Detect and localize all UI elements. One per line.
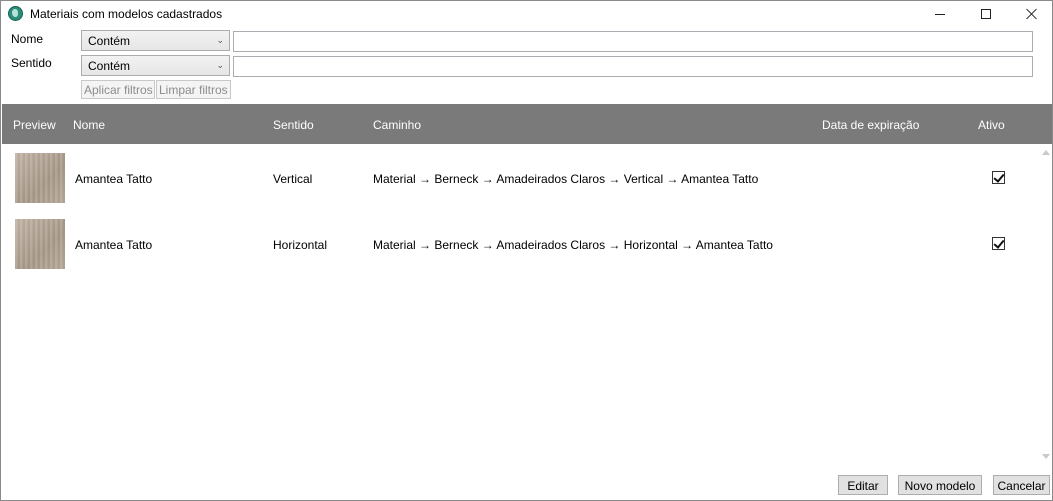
material-preview-image	[15, 219, 65, 269]
chevron-down-icon: ⌄	[216, 60, 224, 70]
scroll-up-icon[interactable]	[1042, 150, 1050, 155]
apply-filters-button[interactable]: Aplicar filtros	[81, 80, 155, 99]
table-row[interactable]: Amantea Tatto Vertical Material → Bernec…	[2, 144, 1038, 210]
sentido-filter-input[interactable]	[233, 56, 1033, 77]
materials-window: Materiais com modelos cadastrados Nome C…	[0, 0, 1053, 501]
close-icon	[1026, 8, 1038, 20]
new-model-button[interactable]: Novo modelo	[898, 475, 982, 495]
chevron-down-icon: ⌄	[216, 35, 224, 45]
grid-body: Amantea Tatto Vertical Material → Bernec…	[2, 144, 1052, 469]
app-globe-icon	[8, 6, 23, 21]
ativo-checkbox[interactable]	[992, 237, 1005, 250]
minimize-icon	[935, 13, 945, 15]
scroll-down-icon[interactable]	[1042, 454, 1050, 459]
sentido-operator-select[interactable]: Contém ⌄	[81, 55, 230, 76]
close-button[interactable]	[1009, 1, 1053, 27]
title-bar[interactable]: Materiais com modelos cadastrados	[1, 1, 1052, 27]
maximize-icon	[981, 9, 991, 19]
row-nome: Amantea Tatto	[75, 172, 153, 186]
row-nome: Amantea Tatto	[75, 238, 153, 252]
column-header-nome[interactable]: Nome	[73, 118, 105, 132]
ativo-checkbox[interactable]	[992, 171, 1005, 184]
column-header-caminho[interactable]: Caminho	[373, 118, 421, 132]
maximize-button[interactable]	[963, 1, 1009, 27]
minimize-button[interactable]	[917, 1, 963, 27]
material-preview-image	[15, 153, 65, 203]
sentido-filter-label: Sentido	[11, 56, 52, 70]
row-caminho: Material → Berneck → Amadeirados Claros …	[373, 238, 773, 252]
table-row[interactable]: Amantea Tatto Horizontal Material → Bern…	[2, 210, 1038, 276]
sentido-operator-value: Contém	[88, 59, 131, 73]
grid-header: Preview Nome Sentido Caminho Data de exp…	[2, 104, 1052, 144]
row-sentido: Horizontal	[273, 238, 328, 252]
edit-button[interactable]: Editar	[838, 475, 888, 495]
row-caminho: Material → Berneck → Amadeirados Claros …	[373, 172, 759, 186]
column-header-ativo[interactable]: Ativo	[978, 118, 1005, 132]
nome-operator-value: Contém	[88, 34, 131, 48]
nome-filter-input[interactable]	[233, 31, 1033, 52]
column-header-data-expiracao[interactable]: Data de expiração	[822, 118, 919, 132]
vertical-scrollbar[interactable]	[1039, 144, 1052, 469]
column-header-sentido[interactable]: Sentido	[273, 118, 314, 132]
row-sentido: Vertical	[273, 172, 313, 186]
nome-filter-label: Nome	[11, 32, 44, 46]
clear-filters-button[interactable]: Limpar filtros	[156, 80, 231, 99]
nome-operator-select[interactable]: Contém ⌄	[81, 30, 230, 51]
column-header-preview[interactable]: Preview	[13, 118, 56, 132]
cancel-button[interactable]: Cancelar	[993, 475, 1050, 495]
window-title: Materiais com modelos cadastrados	[30, 7, 223, 21]
